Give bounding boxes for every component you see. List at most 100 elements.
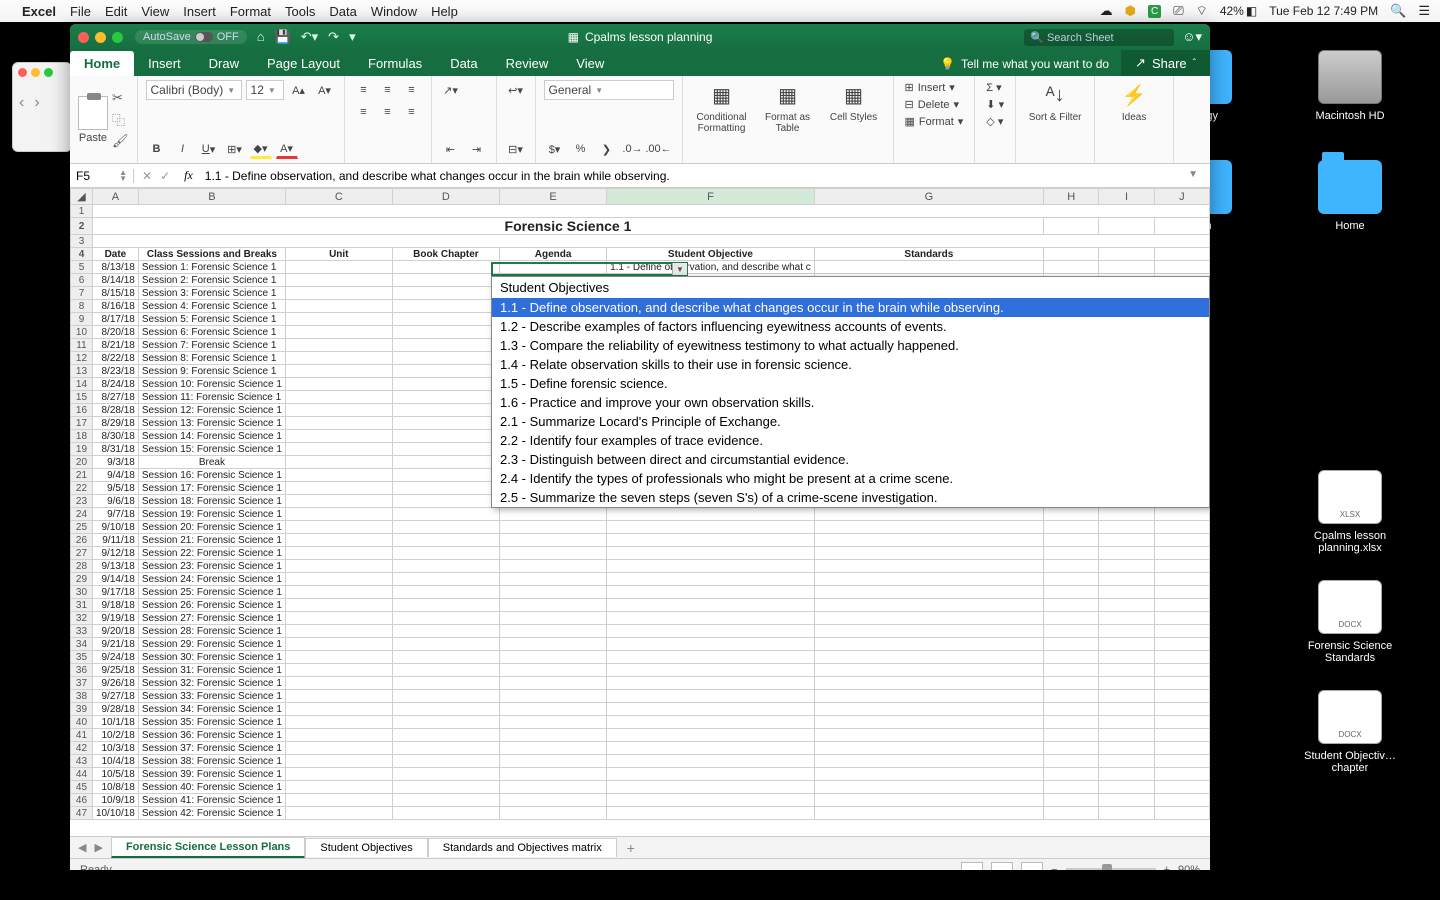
menu-window[interactable]: Window [371,4,417,19]
cell[interactable]: 8/30/18 [92,430,138,443]
increase-indent-icon[interactable]: ⇥ [466,139,488,159]
cell[interactable]: Session 17: Forensic Science 1 [138,482,285,495]
cell[interactable] [392,482,499,495]
italic-button[interactable]: I [172,139,194,159]
cell[interactable] [285,443,392,456]
row-header[interactable]: 20 [71,456,93,469]
cell[interactable] [607,521,815,534]
underline-button[interactable]: U▾ [198,139,220,159]
cell[interactable]: Session 12: Forensic Science 1 [138,404,285,417]
cell[interactable] [285,456,392,469]
menu-data[interactable]: Data [329,4,356,19]
cell[interactable]: 1.1 - Define observation, and describe w… [607,261,815,274]
header-cell[interactable]: Agenda [500,248,607,261]
cell[interactable] [285,404,392,417]
cell[interactable] [285,469,392,482]
paste-button[interactable]: Paste [78,96,108,144]
minimize-icon[interactable] [95,32,106,43]
cell[interactable] [392,547,499,560]
cell[interactable] [392,495,499,508]
cell[interactable] [392,573,499,586]
cell[interactable]: 8/21/18 [92,339,138,352]
cell[interactable] [1099,625,1154,638]
cell[interactable] [1154,794,1209,807]
cell-styles-button[interactable]: ▦Cell Styles [823,80,885,159]
cell[interactable]: 9/7/18 [92,508,138,521]
cell[interactable] [392,274,499,287]
cell[interactable]: Session 1: Forensic Science 1 [138,261,285,274]
cell[interactable] [500,599,607,612]
col-header[interactable]: G [814,189,1043,205]
cell[interactable]: 9/20/18 [92,625,138,638]
cell[interactable] [814,508,1043,521]
cell[interactable]: 8/28/18 [92,404,138,417]
cell[interactable]: Session 32: Forensic Science 1 [138,677,285,690]
cell[interactable] [500,794,607,807]
cell[interactable]: 8/24/18 [92,378,138,391]
cell[interactable] [607,768,815,781]
row-header[interactable]: 16 [71,404,93,417]
cell[interactable] [1099,807,1154,820]
cell[interactable] [607,573,815,586]
cell[interactable] [814,768,1043,781]
cell[interactable] [814,690,1043,703]
increase-decimal-icon[interactable]: .0→ [622,139,644,159]
worksheet-grid[interactable]: ◢ A B C D E F G H I J 1 2Forensic Scienc… [70,188,1210,836]
sheet-tab[interactable]: Standards and Objectives matrix [428,838,617,857]
cell[interactable] [285,664,392,677]
bold-button[interactable]: B [146,139,168,159]
autosum-icon[interactable]: Σ ▾ [983,80,1007,95]
fill-color-button[interactable]: ◆▾ [250,139,272,159]
cell[interactable] [285,560,392,573]
cell[interactable]: Session 16: Forensic Science 1 [138,469,285,482]
cell[interactable]: Break [138,456,285,469]
share-button[interactable]: ↗Shareˆ [1121,50,1210,76]
header-cell[interactable]: Book Chapter [392,248,499,261]
cell[interactable] [392,365,499,378]
row-header[interactable]: 10 [71,326,93,339]
conditional-formatting-button[interactable]: ▦Conditional Formatting [691,80,753,159]
cell[interactable]: 10/9/18 [92,794,138,807]
merge-icon[interactable]: ⊟▾ [505,139,527,159]
menu-tools[interactable]: Tools [285,4,315,19]
cell[interactable] [392,404,499,417]
row-header[interactable]: 8 [71,300,93,313]
cell[interactable] [285,378,392,391]
row-header[interactable]: 25 [71,521,93,534]
currency-icon[interactable]: $▾ [544,139,566,159]
cell[interactable] [285,287,392,300]
cell[interactable] [814,586,1043,599]
cell[interactable]: 10/4/18 [92,755,138,768]
cell[interactable] [1154,612,1209,625]
cell[interactable] [1099,508,1154,521]
row-header[interactable]: 3 [71,235,93,248]
increase-font-icon[interactable]: A▴ [288,80,310,100]
cell[interactable] [607,625,815,638]
cell[interactable] [285,521,392,534]
cell[interactable] [285,794,392,807]
cell[interactable] [1154,729,1209,742]
cell[interactable] [1044,794,1099,807]
cell[interactable]: Session 10: Forensic Science 1 [138,378,285,391]
cell[interactable] [285,430,392,443]
col-header[interactable]: D [392,189,499,205]
row-header[interactable]: 26 [71,534,93,547]
cell[interactable]: Session 7: Forensic Science 1 [138,339,285,352]
cell[interactable] [285,508,392,521]
cell[interactable] [392,313,499,326]
desktop-file-xlsx[interactable]: XLSXCpalms lesson planning.xlsx [1290,470,1410,554]
cell[interactable] [285,768,392,781]
zoom-in-icon[interactable]: + [1164,864,1170,871]
feedback-icon[interactable]: ☺▾ [1182,29,1202,45]
cell[interactable] [285,417,392,430]
cell[interactable] [814,638,1043,651]
cell[interactable]: Session 38: Forensic Science 1 [138,755,285,768]
dropdown-item[interactable]: 1.6 - Practice and improve your own obse… [492,393,1209,412]
cell[interactable] [392,326,499,339]
cell[interactable]: 9/4/18 [92,469,138,482]
row-header[interactable]: 39 [71,703,93,716]
format-as-table-button[interactable]: ▦Format as Table [757,80,819,159]
cell[interactable] [814,664,1043,677]
cell[interactable] [1044,742,1099,755]
menu-format[interactable]: Format [230,4,271,19]
